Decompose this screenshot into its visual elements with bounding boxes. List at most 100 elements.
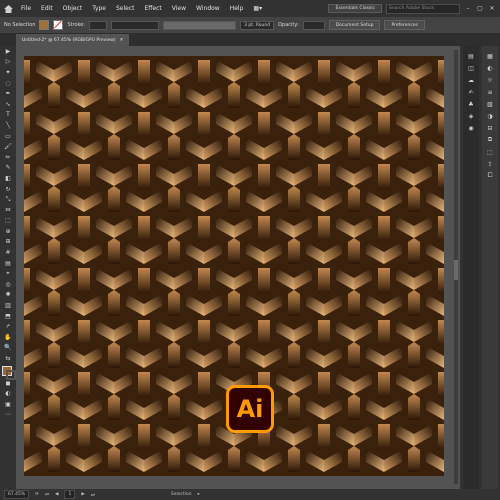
stroke-weight-input[interactable] — [89, 20, 108, 30]
shape-builder-tool-icon[interactable]: ⊕ — [1, 226, 15, 237]
asset-export-panel-icon[interactable]: ⇪ — [483, 158, 497, 170]
line-tool-icon[interactable]: ╲ — [1, 120, 15, 131]
stroke-panel-icon[interactable]: ≡ — [483, 86, 497, 98]
arrange-documents-icon[interactable]: ▦▾ — [248, 5, 267, 12]
opacity-input[interactable] — [302, 20, 325, 30]
tools-panel: ▶ ▷ ✦ ◌ ✒ ∿ T ╲ ▭ 🖌 ✏ ✎ ◧ ↻ ⤡ ⟗ ⬚ ⊕ ⊞ # … — [0, 46, 16, 489]
appearance-panel-icon[interactable]: ☼ — [483, 74, 497, 86]
draw-mode-icon[interactable]: ◐ — [1, 388, 15, 399]
transparency-panel-icon[interactable]: ◑ — [483, 110, 497, 122]
close-tab-icon[interactable]: ✕ — [120, 38, 124, 43]
mesh-tool-icon[interactable]: # — [1, 247, 15, 258]
menu-edit[interactable]: Edit — [36, 5, 58, 12]
lasso-tool-icon[interactable]: ◌ — [1, 78, 15, 89]
pen-tool-icon[interactable]: ✒ — [1, 88, 15, 99]
rotate-tool-icon[interactable]: ↻ — [1, 184, 15, 195]
symbol-sprayer-tool-icon[interactable]: ✺ — [1, 290, 15, 301]
graphic-styles-panel-icon[interactable]: ◈ — [464, 110, 478, 122]
brush-definition[interactable]: 3 pt. Round — [240, 20, 275, 30]
stroke-label: Stroke: — [67, 22, 86, 28]
close-icon[interactable]: ✕ — [488, 5, 496, 12]
menu-object[interactable]: Object — [58, 5, 88, 12]
pencil-tool-icon[interactable]: ✏ — [1, 152, 15, 163]
menu-file[interactable]: File — [16, 5, 36, 12]
hand-tool-icon[interactable]: ✋ — [1, 332, 15, 343]
artboard-number-input[interactable]: 1 — [64, 490, 76, 499]
previous-artboard-icon[interactable]: ◀ — [55, 492, 58, 497]
symbols-panel-icon[interactable]: ♣ — [464, 98, 478, 110]
menu-type[interactable]: Type — [87, 5, 111, 12]
zoom-level-input[interactable]: 67.45% — [4, 490, 30, 499]
blend-tool-icon[interactable]: ◎ — [1, 279, 15, 290]
selection-status: No Selection — [4, 22, 36, 28]
document-setup-button[interactable]: Document Setup — [328, 20, 381, 30]
opacity-label: Opacity: — [278, 22, 299, 28]
scrollbar-thumb[interactable] — [454, 260, 458, 280]
document-tab[interactable]: Untitled-2* @ 67.45% (RGB/GPU Preview) ✕ — [16, 34, 130, 46]
fill-stroke-indicator[interactable] — [2, 365, 16, 380]
fill-swatch[interactable] — [39, 20, 50, 30]
document-tab-title: Untitled-2* @ 67.45% (RGB/GPU Preview) — [22, 37, 116, 43]
width-tool-icon[interactable]: ⟗ — [1, 205, 15, 216]
stroke-swatch[interactable] — [53, 20, 64, 30]
illustrator-logo: Ai — [226, 385, 274, 433]
home-icon[interactable] — [0, 0, 16, 17]
brushes-panel-icon[interactable]: ✍ — [464, 86, 478, 98]
stroke-style-preview[interactable] — [163, 20, 237, 30]
menu-effect[interactable]: Effect — [140, 5, 167, 12]
gradient-tool-icon[interactable]: ▤ — [1, 258, 15, 269]
next-artboard-icon[interactable]: ▶ — [81, 492, 84, 497]
libraries-panel-icon[interactable]: ☁ — [464, 74, 478, 86]
swatches-panel-icon[interactable]: ▦ — [483, 50, 497, 62]
layers-panel-icon[interactable]: ◫ — [464, 62, 478, 74]
control-bar: No Selection Stroke: 3 pt. Round Opacity… — [0, 17, 500, 34]
selection-tool-icon[interactable]: ▶ — [1, 46, 15, 57]
slice-tool-icon[interactable]: ⌿ — [1, 321, 15, 332]
color-panel-icon[interactable]: ◉ — [464, 122, 478, 134]
scale-tool-icon[interactable]: ⤡ — [1, 194, 15, 205]
last-artboard-icon[interactable]: ⏭ — [91, 492, 95, 498]
swap-fill-stroke-icon[interactable]: ⇆ — [1, 353, 15, 364]
preferences-button[interactable]: Preferences — [384, 20, 425, 30]
menu-window[interactable]: Window — [191, 5, 225, 12]
status-menu-icon[interactable]: ▸ — [198, 492, 200, 497]
screen-mode-icon[interactable]: ▣ — [1, 399, 15, 410]
artboards-panel-icon[interactable]: ⧠ — [483, 170, 497, 182]
panel-dock: ▤ ◫ ☁ ✍ ♣ ◈ ◉ ▦ ◐ ☼ ≡ ▧ ◑ ⊟ ⧉ ⬚ ⇪ ⧠ — [460, 46, 500, 493]
pathfinder-panel-icon[interactable]: ⧉ — [483, 134, 497, 146]
transform-panel-icon[interactable]: ⬚ — [483, 146, 497, 158]
artboard-tool-icon[interactable]: ⬒ — [1, 311, 15, 322]
minimize-icon[interactable]: – — [464, 5, 472, 12]
paintbrush-tool-icon[interactable]: 🖌 — [1, 141, 15, 152]
color-guide-panel-icon[interactable]: ◐ — [483, 62, 497, 74]
eraser-tool-icon[interactable]: ◧ — [1, 173, 15, 184]
column-graph-tool-icon[interactable]: ▥ — [1, 300, 15, 311]
magic-wand-tool-icon[interactable]: ✦ — [1, 67, 15, 78]
rectangle-tool-icon[interactable]: ▭ — [1, 131, 15, 142]
panel-dock-column-2: ▦ ◐ ☼ ≡ ▧ ◑ ⊟ ⧉ ⬚ ⇪ ⧠ — [482, 46, 498, 493]
eyedropper-tool-icon[interactable]: ⌖ — [1, 268, 15, 279]
direct-selection-tool-icon[interactable]: ▷ — [1, 57, 15, 68]
zoom-tool-icon[interactable]: 🔍 — [1, 343, 15, 354]
maximize-icon[interactable]: ▢ — [476, 5, 484, 12]
type-tool-icon[interactable]: T — [1, 110, 15, 121]
shaper-tool-icon[interactable]: ✎ — [1, 163, 15, 174]
align-panel-icon[interactable]: ⊟ — [483, 122, 497, 134]
curvature-tool-icon[interactable]: ∿ — [1, 99, 15, 110]
menu-select[interactable]: Select — [111, 5, 140, 12]
first-artboard-icon[interactable]: ⏮ — [45, 492, 49, 498]
status-bar: 67.45% ⟳ ⏮ ◀ 1 ▶ ⏭ Selection ▸ — [0, 489, 500, 500]
stroke-color-box[interactable] — [6, 369, 16, 380]
gradient-panel-icon[interactable]: ▧ — [483, 98, 497, 110]
variable-width-profile[interactable] — [111, 20, 160, 30]
workspace-switcher[interactable]: Essentials Classic — [328, 4, 382, 13]
edit-toolbar-icon[interactable]: ⋯ — [1, 410, 15, 421]
properties-panel-icon[interactable]: ▤ — [464, 50, 478, 62]
vertical-scrollbar[interactable] — [454, 50, 458, 484]
stock-search-input[interactable]: Search Adobe Stock — [386, 3, 460, 14]
rotate-view-icon[interactable]: ⟳ — [35, 492, 39, 497]
menu-help[interactable]: Help — [225, 5, 249, 12]
perspective-grid-tool-icon[interactable]: ⊞ — [1, 237, 15, 248]
free-transform-tool-icon[interactable]: ⬚ — [1, 216, 15, 227]
menu-view[interactable]: View — [167, 5, 191, 12]
